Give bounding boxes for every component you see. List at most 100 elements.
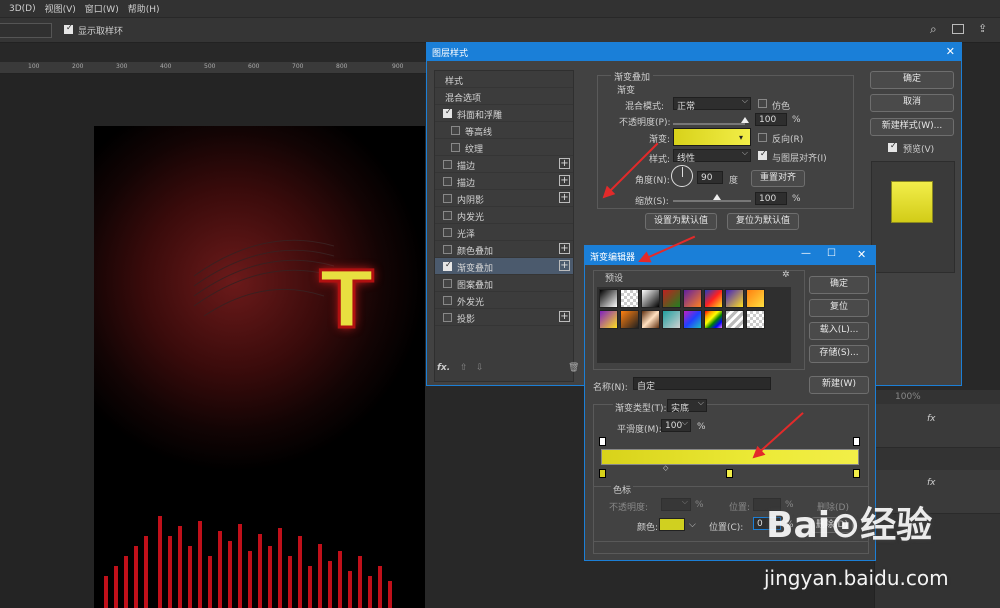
style-checkbox[interactable] — [443, 160, 452, 169]
preset-swatch[interactable] — [683, 289, 702, 308]
style-list-item[interactable]: 光泽 — [435, 224, 573, 241]
share-icon[interactable]: ⇪ — [978, 22, 987, 35]
preset-swatch[interactable] — [599, 289, 618, 308]
dither-checkbox[interactable] — [758, 99, 767, 108]
layer-fx-icon[interactable]: fx — [927, 478, 936, 488]
preset-swatch[interactable] — [746, 289, 765, 308]
add-style-icon[interactable]: + — [559, 243, 570, 254]
fx-icon[interactable]: fx. — [437, 363, 450, 373]
preset-swatch[interactable] — [746, 310, 765, 329]
preset-swatch[interactable] — [704, 289, 723, 308]
new-style-button[interactable]: 新建样式(W)... — [870, 118, 954, 136]
style-checkbox[interactable] — [443, 107, 452, 118]
angle-dial[interactable] — [671, 165, 693, 187]
color-chip[interactable] — [659, 518, 685, 531]
preset-swatch[interactable] — [599, 310, 618, 329]
close-icon[interactable]: ✕ — [857, 248, 866, 261]
add-style-icon[interactable]: + — [559, 260, 570, 271]
midpoint-diamond-icon[interactable]: ◇ — [663, 464, 668, 472]
add-style-icon[interactable]: + — [559, 192, 570, 203]
style-list-item[interactable]: 投影 + — [435, 309, 573, 326]
set-default-button[interactable]: 设置为默认值 — [645, 213, 717, 230]
reset-button[interactable]: 复位 — [809, 299, 869, 317]
move-down-icon[interactable]: ⇩ — [476, 363, 484, 373]
preset-swatch[interactable] — [620, 289, 639, 308]
style-checkbox[interactable] — [443, 228, 452, 237]
reverse-checkbox[interactable] — [758, 133, 767, 142]
style-select[interactable]: 线性 — [673, 148, 751, 164]
new-button[interactable]: 新建(W) — [809, 376, 869, 394]
style-list-item[interactable]: 描边 + — [435, 173, 573, 190]
style-list-item[interactable]: 图案叠加 — [435, 275, 573, 292]
angle-input[interactable]: 90 — [697, 171, 723, 184]
gear-icon[interactable]: ✲ — [782, 270, 790, 280]
cancel-button[interactable]: 取消 — [870, 94, 954, 112]
sample-size-select[interactable] — [0, 23, 52, 38]
style-list-item[interactable]: 样式 — [435, 71, 573, 88]
menu-3d[interactable]: 3D(D) — [9, 4, 36, 14]
reset-default-button[interactable]: 复位为默认值 — [727, 213, 799, 230]
preset-swatch[interactable] — [725, 289, 744, 308]
trash-icon[interactable]: 🗑 — [568, 363, 579, 373]
chevron-down-icon[interactable]: ▾ — [739, 133, 743, 142]
opacity-stop-left[interactable] — [599, 437, 606, 446]
opacity-slider[interactable] — [673, 123, 745, 125]
style-checkbox[interactable] — [443, 245, 452, 254]
preset-swatch[interactable] — [725, 310, 744, 329]
ok-button[interactable]: 确定 — [870, 71, 954, 89]
style-list-item[interactable]: 颜色叠加 + — [435, 241, 573, 258]
show-ring-checkbox[interactable] — [64, 23, 73, 34]
style-list-item[interactable]: 纹理 — [435, 139, 573, 156]
style-checkbox[interactable] — [443, 194, 452, 203]
style-list-item[interactable]: 描边 + — [435, 156, 573, 173]
scale-slider-handle[interactable] — [713, 194, 721, 200]
color-stop-left[interactable] — [599, 469, 606, 478]
style-checkbox[interactable] — [443, 260, 452, 271]
preset-swatch[interactable] — [683, 310, 702, 329]
style-list-item[interactable]: 内阴影 + — [435, 190, 573, 207]
add-style-icon[interactable]: + — [559, 311, 570, 322]
color-stop-mid[interactable] — [726, 469, 733, 478]
preset-swatch[interactable] — [641, 310, 660, 329]
minimize-icon[interactable]: — — [801, 248, 811, 259]
preset-swatch[interactable] — [704, 310, 723, 329]
preset-swatch[interactable] — [662, 289, 681, 308]
opacity-slider-handle[interactable] — [741, 117, 749, 123]
menu-help[interactable]: 帮助(H) — [128, 2, 160, 15]
color-stop-right[interactable] — [853, 469, 860, 478]
scale-slider[interactable] — [673, 200, 751, 202]
smoothness-select[interactable]: 100 — [661, 418, 691, 432]
layer-row[interactable] — [875, 404, 1000, 448]
preset-swatch[interactable] — [662, 310, 681, 329]
blend-mode-select[interactable]: 正常 — [673, 96, 751, 112]
style-checkbox[interactable] — [451, 143, 460, 152]
style-checkbox[interactable] — [443, 313, 452, 322]
reset-align-button[interactable]: 重置对齐 — [751, 170, 805, 187]
move-up-icon[interactable]: ⇧ — [460, 363, 468, 373]
name-input[interactable]: 自定 — [633, 377, 771, 392]
style-checkbox[interactable] — [443, 211, 452, 220]
chevron-down-icon[interactable]: ⌵ — [689, 520, 696, 530]
menu-window[interactable]: 窗口(W) — [85, 2, 119, 15]
style-list-item[interactable]: 内发光 — [435, 207, 573, 224]
style-list-item[interactable]: 渐变叠加 + — [435, 258, 573, 275]
align-layer-checkbox[interactable] — [758, 149, 767, 160]
close-icon[interactable]: ✕ — [946, 45, 955, 58]
menu-view[interactable]: 视图(V) — [45, 2, 76, 15]
preset-swatch[interactable] — [620, 310, 639, 329]
preview-checkbox[interactable] — [888, 141, 897, 152]
layer-fx-icon[interactable]: fx — [927, 414, 936, 424]
style-checkbox[interactable] — [443, 296, 452, 305]
scale-input[interactable]: 100 — [755, 192, 787, 205]
opacity-stop-right[interactable] — [853, 437, 860, 446]
document-canvas[interactable]: T — [94, 126, 425, 608]
style-checkbox[interactable] — [443, 279, 452, 288]
ok-button[interactable]: 确定 — [809, 276, 869, 294]
gradient-bar[interactable] — [601, 449, 859, 465]
search-icon[interactable]: ⌕ — [930, 22, 937, 37]
style-list-item[interactable]: 混合选项 — [435, 88, 573, 105]
style-list-item[interactable]: 等高线 — [435, 122, 573, 139]
workspace-icon[interactable] — [952, 24, 964, 34]
opacity-input[interactable]: 100 — [755, 113, 787, 126]
maximize-icon[interactable]: ☐ — [827, 248, 836, 259]
